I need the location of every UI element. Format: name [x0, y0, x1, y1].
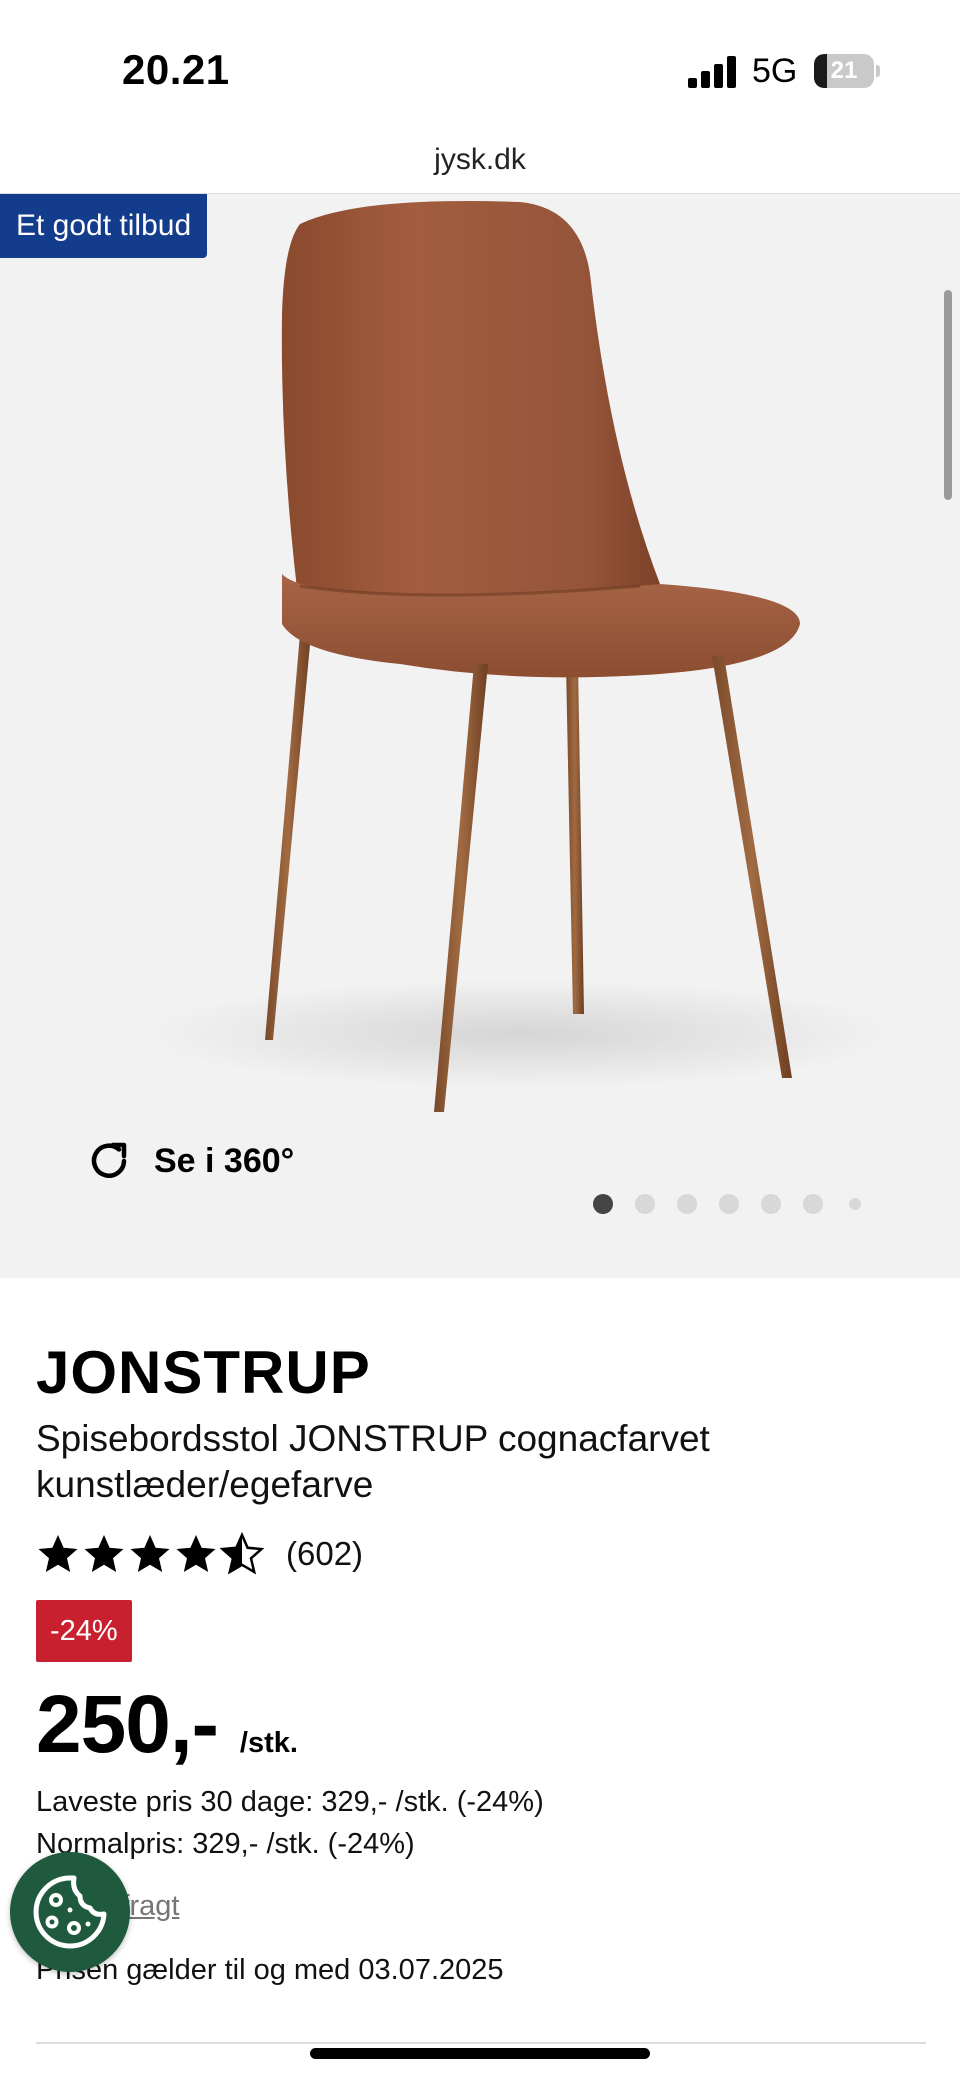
view-360-button[interactable]: Se i 360° [86, 1138, 294, 1184]
star-icon [38, 1535, 78, 1572]
review-count: (602) [286, 1535, 364, 1572]
carousel-dot[interactable] [849, 1198, 861, 1210]
discount-badge: -24% [36, 1600, 132, 1662]
star-icon [130, 1535, 170, 1572]
offer-badge: Et godt tilbud [0, 194, 208, 258]
rating[interactable]: (602) [36, 1532, 363, 1576]
star-icon [84, 1535, 124, 1572]
page: 20.21 5G 21 jysk.dk Et godt tilbud Se i … [0, 0, 960, 2081]
product-brand: JONSTRUP [36, 1339, 371, 1406]
carousel-dot[interactable] [719, 1194, 739, 1214]
rotate-360-icon [91, 1142, 127, 1178]
product-image [140, 200, 900, 1112]
carousel-dot[interactable] [593, 1194, 613, 1214]
product-image-gallery[interactable]: Et godt tilbud Se i 360° [0, 194, 960, 1278]
carousel-dot[interactable] [803, 1194, 823, 1214]
cookie-icon [33, 1875, 107, 1949]
signal-icon [688, 56, 736, 88]
product-name: Spisebordsstol JONSTRUP cognacfarvet kun… [36, 1418, 710, 1505]
price-unit: /stk. [239, 1727, 298, 1759]
star-icon [220, 1532, 264, 1575]
network-type: 5G [752, 52, 798, 90]
battery-percent: 21 [830, 57, 858, 84]
view-360-label: Se i 360° [154, 1141, 295, 1180]
carousel-dot[interactable] [635, 1194, 655, 1214]
url-bar[interactable]: jysk.dk [0, 130, 960, 194]
price-row: 250,- /stk. [36, 1678, 298, 1772]
status-bar: 20.21 5G 21 [0, 0, 960, 130]
star-icon [176, 1535, 216, 1572]
scroll-indicator [944, 290, 952, 500]
home-indicator [310, 2048, 650, 2059]
rating-stars [36, 1532, 266, 1576]
carousel-dot[interactable] [761, 1194, 781, 1214]
battery-icon: 21 [814, 54, 880, 88]
divider [36, 2042, 926, 2044]
carousel-dots[interactable] [593, 1194, 883, 1214]
price: 250,- [36, 1679, 219, 1770]
status-time: 20.21 [122, 46, 230, 93]
carousel-dot[interactable] [677, 1194, 697, 1214]
cookie-settings-button[interactable] [10, 1852, 130, 1972]
lowest-price-30-days: Laveste pris 30 dage: 329,- /stk. (-24%) [36, 1786, 544, 1818]
